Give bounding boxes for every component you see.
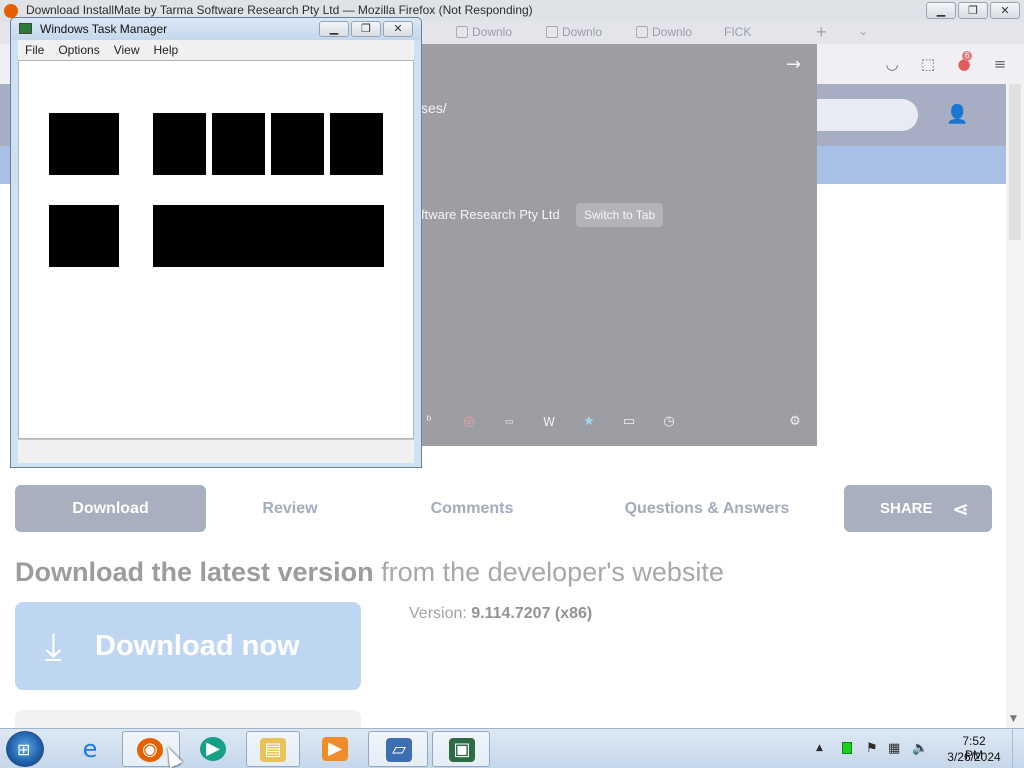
pocket-icon[interactable]: ◡: [882, 54, 902, 74]
tab-questions-answers[interactable]: Questions & Answers: [600, 485, 814, 532]
action-center-flag-icon[interactable]: ⚑: [866, 741, 878, 756]
media-app-icon: ▶: [200, 737, 226, 761]
close-button[interactable]: ✕: [383, 21, 413, 37]
task-manager-window-controls: ▁ ❐ ✕: [319, 21, 413, 37]
tab-favicon-icon: [546, 26, 558, 38]
internet-explorer-icon: e: [82, 735, 98, 763]
clock-date[interactable]: 3/26/2024: [946, 750, 1002, 764]
start-button[interactable]: ⊞: [6, 731, 44, 767]
task-manager-client-area: [18, 60, 414, 439]
unrendered-block: [49, 113, 119, 175]
scroll-thumb[interactable]: [1009, 84, 1021, 240]
taskbar-internet-explorer[interactable]: e: [62, 731, 118, 767]
task-manager-icon: [19, 23, 32, 34]
menu-file[interactable]: File: [18, 43, 51, 57]
task-manager-titlebar[interactable]: Windows Task Manager ▁ ❐ ✕: [11, 18, 421, 40]
task-manager-icon: ▣: [449, 738, 475, 762]
volume-muted-icon[interactable]: 🔈: [912, 741, 928, 756]
firefox-window-title: Download InstallMate by Tarma Software R…: [26, 3, 533, 17]
extensions-icon[interactable]: ⬚: [918, 54, 938, 74]
system-tray: ▲ ⚑ ▦ 🔈 7:52 PM 3/26/2024: [812, 729, 1024, 768]
browser-tab[interactable]: Downlo: [546, 25, 602, 39]
tabs-icon[interactable]: ▭: [621, 414, 637, 430]
menu-view[interactable]: View: [107, 43, 147, 57]
menu-options[interactable]: Options: [51, 43, 106, 57]
page-title: Download the latest version from the dev…: [15, 557, 724, 588]
unrendered-block: [49, 205, 119, 267]
next-card: [15, 710, 361, 728]
windows-logo-icon: ⊞: [17, 740, 31, 759]
firefox-icon: [4, 4, 18, 18]
new-tab-plus-icon[interactable]: +: [816, 22, 827, 43]
menu-help[interactable]: Help: [147, 43, 186, 57]
windows-taskbar: ⊞ e ◉ ▶ ▤ ▶ ▱ ▣ ▲ ⚑ ▦ 🔈 7:52 PM 3/26/202…: [0, 728, 1024, 768]
heading-bold: Download the latest version: [15, 557, 374, 587]
show-desktop-button[interactable]: [1012, 729, 1024, 768]
firefox-icon: ◉: [137, 738, 163, 762]
tab-review[interactable]: Review: [215, 485, 365, 532]
bookmarks-star-icon[interactable]: ★: [581, 414, 597, 430]
browser-tab[interactable]: Downlo: [636, 25, 692, 39]
browser-tab[interactable]: FICK: [724, 25, 751, 39]
unrendered-block: [212, 113, 265, 175]
taskbar-task-manager[interactable]: ▣: [432, 731, 490, 767]
maximize-button[interactable]: ❐: [351, 21, 381, 37]
url-suggestions-dropdown: → ses/ ftware Research Pty Ltd Switch to…: [421, 44, 817, 446]
scroll-down-icon[interactable]: ▼: [1010, 714, 1017, 724]
opera-icon[interactable]: ◎: [461, 414, 477, 430]
tab-favicon-icon: [456, 26, 468, 38]
taskbar-remote-desktop[interactable]: ▱: [368, 731, 428, 767]
share-icon: ⋖: [952, 497, 969, 521]
browser-tab[interactable]: Downlo: [456, 25, 512, 39]
tab-comments[interactable]: Comments: [395, 485, 549, 532]
download-now-label: Download now: [95, 630, 300, 662]
minimize-button[interactable]: ▁: [319, 21, 349, 37]
unrendered-block: [271, 113, 324, 175]
download-arrow-icon: ⤓: [45, 624, 62, 668]
unrendered-block: [153, 113, 206, 175]
tab-download[interactable]: Download: [15, 485, 206, 532]
share-label: SHARE: [880, 500, 933, 517]
go-arrow-icon[interactable]: →: [786, 54, 801, 75]
task-manager-title: Windows Task Manager: [40, 22, 168, 36]
wikipedia-icon[interactable]: W: [541, 414, 557, 430]
taskbar-media-app[interactable]: ▶: [184, 731, 242, 767]
show-hidden-icons-chevron-icon[interactable]: ▲: [816, 743, 823, 753]
tab-list-chevron-icon[interactable]: ⌄: [858, 24, 868, 38]
share-button[interactable]: SHARE ⋖: [844, 485, 992, 532]
version-value: 9.114.7207 (x86): [471, 605, 593, 622]
taskbar-file-explorer[interactable]: ▤: [246, 731, 300, 767]
heading-rest: from the developer's website: [373, 557, 724, 587]
settings-gear-icon[interactable]: ⚙: [787, 414, 803, 430]
hamburger-menu-icon[interactable]: ≡: [990, 54, 1010, 74]
bing-search-icon[interactable]: ᵇ: [421, 414, 437, 430]
taskbar-media-player[interactable]: ▶: [306, 731, 364, 767]
close-button[interactable]: ✕: [990, 2, 1020, 19]
page-nav-tabs: Download Review Comments Questions & Ans…: [15, 485, 992, 532]
ebay-icon[interactable]: ▭: [501, 414, 517, 430]
maximize-button[interactable]: ❐: [958, 2, 988, 19]
suggestion-row-title[interactable]: ftware Research Pty Ltd: [421, 207, 560, 222]
user-account-icon[interactable]: 👤: [946, 104, 968, 125]
media-player-icon: ▶: [322, 737, 348, 761]
tab-favicon-icon: [636, 26, 648, 38]
download-now-button[interactable]: ⤓ Download now: [15, 602, 361, 690]
history-clock-icon[interactable]: ◷: [661, 414, 677, 430]
page-scrollbar[interactable]: ▲ ▼: [1006, 84, 1024, 728]
version-label: Version:: [409, 605, 472, 622]
folder-icon: ▤: [260, 738, 286, 762]
network-icon[interactable]: ▦: [888, 741, 900, 756]
task-manager-window: Windows Task Manager ▁ ❐ ✕ File Options …: [10, 17, 422, 468]
unrendered-block: [330, 113, 383, 175]
unrendered-block: [153, 205, 384, 267]
switch-to-tab-button[interactable]: Switch to Tab: [576, 203, 664, 227]
task-manager-menubar: File Options View Help: [18, 40, 414, 60]
url-suggestion-text[interactable]: ses/: [421, 100, 447, 116]
task-manager-statusbar: [18, 439, 414, 463]
remote-desktop-icon: ▱: [386, 738, 412, 762]
firefox-window-controls: ▁ ❐ ✕: [926, 2, 1020, 19]
minimize-button[interactable]: ▁: [926, 2, 956, 19]
tray-app-icon[interactable]: [842, 742, 852, 754]
version-info: Version: 9.114.7207 (x86): [409, 605, 592, 623]
